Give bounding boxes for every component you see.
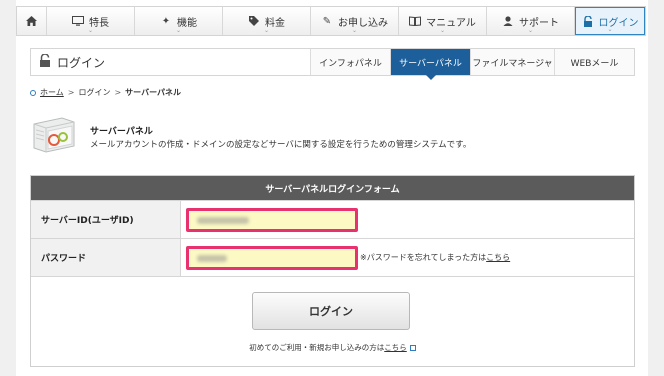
server-id-label: サーバーID(ユーザID) xyxy=(31,201,181,238)
lock-icon xyxy=(39,52,51,71)
password-cell: ※パスワードを忘れてしまった方はこちら xyxy=(181,239,634,276)
server-id-input[interactable] xyxy=(186,207,358,232)
pencil-icon: ✎ xyxy=(322,15,332,27)
chevron-down-icon: ⌄ xyxy=(175,27,182,34)
login-button[interactable]: ログイン xyxy=(252,292,410,330)
nav-login[interactable]: ログイン ⌄ xyxy=(575,7,645,35)
intro-description: メールアカウントの作成・ドメインの設定などサーバに関する設定を行うための管理シス… xyxy=(90,140,472,150)
chevron-down-icon: ⌄ xyxy=(607,26,613,33)
server-panel-illustration xyxy=(32,116,76,154)
breadcrumb-home-link[interactable]: ホーム xyxy=(40,87,64,98)
intro-title: サーバーパネル xyxy=(90,127,153,137)
chevron-down-icon: ⌄ xyxy=(527,27,534,34)
chevron-down-icon: ⌄ xyxy=(87,27,94,34)
monitor-icon xyxy=(72,15,84,27)
blurred-value xyxy=(197,216,249,224)
breadcrumb-separator: > xyxy=(67,88,75,97)
blurred-value xyxy=(197,254,227,262)
tab-info-panel[interactable]: インフォパネル xyxy=(310,49,390,75)
nav-manual[interactable]: マニュアル ⌄ xyxy=(399,7,487,35)
book-icon xyxy=(409,15,422,27)
page-title: ログイン xyxy=(31,52,310,71)
nav-support[interactable]: サポート ⌄ xyxy=(487,7,575,35)
nav-manual-label: マニュアル xyxy=(426,17,476,29)
chevron-down-icon: ⌄ xyxy=(351,27,358,34)
password-label: パスワード xyxy=(31,239,181,276)
signup-link[interactable]: こちら xyxy=(384,343,407,352)
nav-apply-label: お申し込み xyxy=(338,17,388,29)
submit-area: ログイン 初めてのご利用・新規お申し込みの方はこちら xyxy=(31,276,634,366)
nav-login-label: ログイン xyxy=(598,17,639,29)
page-title-text: ログイン xyxy=(57,55,106,70)
tab-server-panel[interactable]: サーバーパネル xyxy=(390,49,470,80)
breadcrumb-separator: > xyxy=(114,88,122,97)
login-form: サーバーパネルログインフォーム サーバーID(ユーザID) パスワード ※パスワ… xyxy=(30,175,635,367)
nav-support-label: サポート xyxy=(519,17,559,29)
chevron-down-icon: ⌄ xyxy=(263,27,270,34)
home-icon xyxy=(26,15,38,27)
breadcrumb-login: ログイン xyxy=(78,88,111,97)
forgot-password-note: ※パスワードを忘れてしまった方は xyxy=(360,253,487,262)
login-title-bar: ログイン インフォパネル サーバーパネル ファイルマネージャ WEBメール xyxy=(30,48,635,80)
server-id-cell xyxy=(181,201,634,238)
breadcrumb-current: サーバーパネル xyxy=(125,88,182,97)
signup-note: 初めてのご利用・新規お申し込みの方はこちら xyxy=(31,342,634,353)
person-icon xyxy=(502,15,514,27)
signup-text: 初めてのご利用・新規お申し込みの方は xyxy=(249,343,385,352)
forgot-password-link[interactable]: こちら xyxy=(486,253,510,262)
tab-webmail[interactable]: WEBメール xyxy=(554,49,634,75)
form-header: サーバーパネルログインフォーム xyxy=(31,176,634,200)
panel-tabs: インフォパネル サーバーパネル ファイルマネージャ WEBメール xyxy=(310,49,634,80)
chevron-down-icon: ⌄ xyxy=(439,27,446,34)
nav-pricing[interactable]: 料金 ⌄ xyxy=(223,7,311,35)
bullet-icon xyxy=(30,89,36,96)
forgot-password-text: ※パスワードを忘れてしまった方はこちら xyxy=(360,252,510,263)
tag-icon xyxy=(248,15,260,27)
top-navigation: 特長 ⌄ ✦ 機能 ⌄ 料金 ⌄ ✎ お申し込み ⌄ マニュアル ⌄ サポート … xyxy=(16,6,646,36)
lock-icon xyxy=(582,15,594,27)
external-link-icon xyxy=(409,345,416,351)
sparkle-icon: ✦ xyxy=(161,15,171,27)
server-id-row: サーバーID(ユーザID) xyxy=(31,200,634,238)
nav-home[interactable] xyxy=(17,7,47,35)
nav-apply[interactable]: ✎ お申し込み ⌄ xyxy=(311,7,399,35)
nav-features[interactable]: 特長 ⌄ xyxy=(47,7,135,35)
password-row: パスワード ※パスワードを忘れてしまった方はこちら xyxy=(31,238,634,276)
tab-file-manager[interactable]: ファイルマネージャ xyxy=(470,49,554,75)
nav-functions[interactable]: ✦ 機能 ⌄ xyxy=(135,7,223,35)
breadcrumb: ホーム > ログイン > サーバーパネル xyxy=(30,87,181,98)
password-input[interactable] xyxy=(186,245,358,270)
